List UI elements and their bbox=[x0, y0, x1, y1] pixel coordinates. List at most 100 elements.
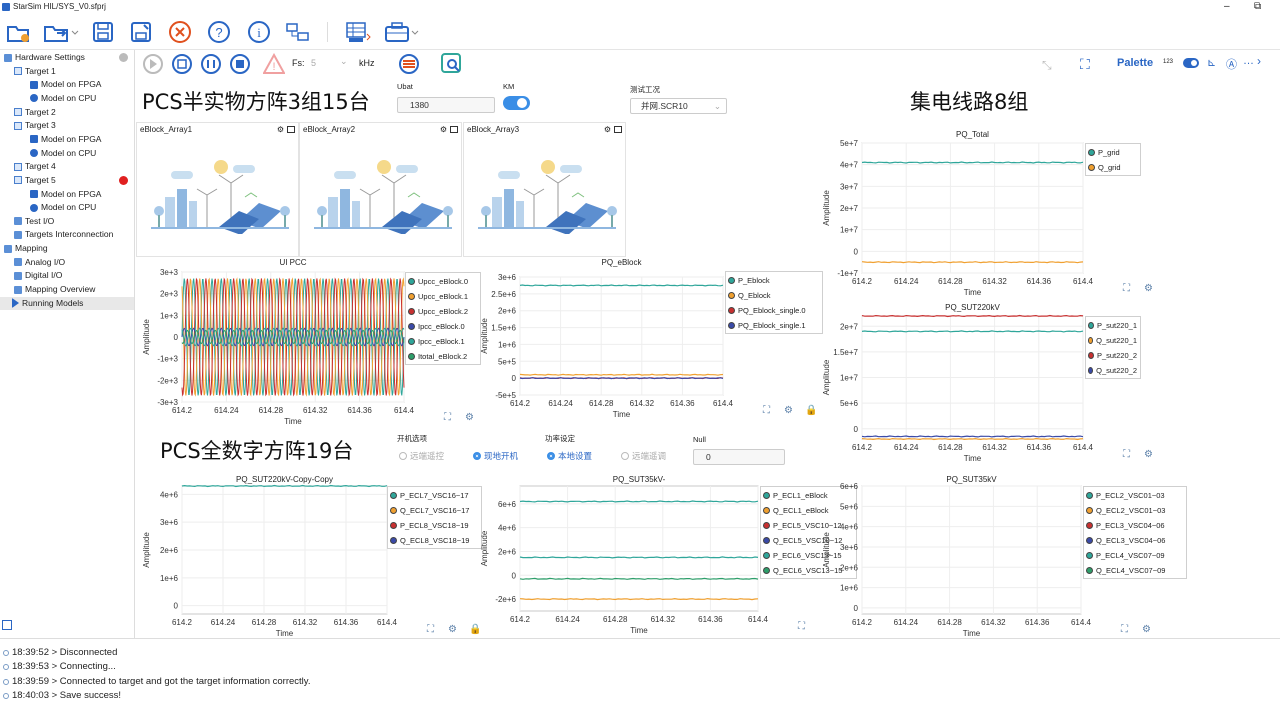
sidebar-item[interactable]: Mapping Overview bbox=[14, 283, 95, 296]
legend-item[interactable]: Itotal_eBlock.2 bbox=[408, 349, 477, 364]
pause-icon[interactable] bbox=[200, 53, 222, 75]
legend-item[interactable]: Upcc_eBlock.1 bbox=[408, 289, 477, 304]
chart-settings-icon[interactable]: ⚙ bbox=[1144, 449, 1153, 460]
legend-item[interactable]: Ipcc_eBlock.0 bbox=[408, 319, 477, 334]
fit-icon[interactable]: ⛶ bbox=[427, 624, 434, 635]
more-icon[interactable]: … bbox=[1243, 55, 1254, 67]
text-icon[interactable]: Ⓐ bbox=[1226, 56, 1237, 72]
legend-item[interactable]: Q_ECL2_VSC01~03 bbox=[1086, 503, 1183, 518]
open-folder-icon[interactable] bbox=[42, 19, 80, 45]
play-icon[interactable] bbox=[142, 53, 164, 75]
legend-item[interactable]: Q_ECL8_VSC18~19 bbox=[390, 533, 478, 548]
palette-button[interactable]: Palette bbox=[1117, 57, 1153, 69]
palette-color-icon[interactable] bbox=[398, 53, 420, 75]
toolbox-icon[interactable] bbox=[382, 19, 420, 45]
sidebar-item[interactable]: Model on FPGA bbox=[30, 78, 101, 91]
monitor-search-icon[interactable] bbox=[440, 52, 464, 76]
save-as-icon[interactable] bbox=[128, 19, 154, 45]
sidebar-item[interactable]: Target 5 bbox=[14, 174, 56, 187]
legend-item[interactable]: Ipcc_eBlock.1 bbox=[408, 334, 477, 349]
sidebar-item[interactable]: Model on FPGA bbox=[30, 133, 101, 146]
legend-item[interactable]: P_Eblock bbox=[728, 273, 819, 288]
legend-item[interactable]: P_ECL3_VSC04~06 bbox=[1086, 518, 1183, 533]
legend-item[interactable]: Q_ECL7_VSC16~17 bbox=[390, 503, 478, 518]
legend-item[interactable]: Upcc_eBlock.0 bbox=[408, 274, 477, 289]
fit-icon[interactable]: ⛶ bbox=[1123, 283, 1130, 294]
sidebar-item[interactable]: Hardware Settings bbox=[4, 51, 85, 64]
sidebar-item[interactable]: Model on CPU bbox=[30, 147, 96, 160]
legend-item[interactable]: P_ECL4_VSC07~09 bbox=[1086, 548, 1183, 563]
close-project-icon[interactable] bbox=[167, 19, 193, 45]
chart-pq-sut35-a[interactable]: PQ_SUT35kV- 6e+6 4e+6 2e+6 0 -2e+6 614.2 614.24… bbox=[478, 475, 857, 638]
save-icon[interactable] bbox=[90, 19, 116, 45]
legend-item[interactable]: P_ECL8_VSC18~19 bbox=[390, 518, 478, 533]
power-local-radio[interactable]: 本地设置 bbox=[547, 450, 592, 462]
chart-pq-sut220[interactable]: PQ_SUT220kV 2e+7 1.5e+7 1e+7 5e+6 0 614.2 614.2… bbox=[820, 303, 1166, 473]
settings-icon[interactable]: ⚙ bbox=[604, 125, 611, 134]
settings-icon[interactable]: ⚙ bbox=[277, 125, 284, 134]
legend-item[interactable]: P_ECL2_VSC01~03 bbox=[1086, 488, 1183, 503]
sidebar-item[interactable]: Running Models bbox=[0, 296, 134, 310]
ubat-input[interactable]: 1380 bbox=[397, 97, 495, 113]
legend-item[interactable]: Upcc_eBlock.2 bbox=[408, 304, 477, 319]
tabular-icon[interactable] bbox=[341, 19, 375, 45]
list-toggle-icon[interactable] bbox=[2, 620, 12, 630]
maximize-button[interactable]: ⧉ bbox=[1254, 0, 1261, 14]
sidebar-item[interactable]: Target 3 bbox=[14, 119, 56, 132]
sidebar-item[interactable]: Test I/O bbox=[14, 215, 54, 228]
switch-local-radio[interactable]: 现地开机 bbox=[473, 450, 518, 462]
fit-icon[interactable]: ⛶ bbox=[763, 405, 770, 416]
chart-settings-icon[interactable]: ⚙ bbox=[1142, 624, 1151, 635]
switch-remote-radio[interactable]: 远端遥控 bbox=[399, 450, 444, 462]
legend-item[interactable]: P_sut220_1 bbox=[1088, 318, 1137, 333]
sidebar-item[interactable]: Model on CPU bbox=[30, 201, 96, 214]
fit-icon[interactable]: ⛶ bbox=[444, 412, 451, 423]
fs-value[interactable]: 5 bbox=[311, 58, 316, 68]
legend-item[interactable]: PQ_Eblock_single.0 bbox=[728, 303, 819, 318]
legend-item[interactable]: P_sut220_2 bbox=[1088, 348, 1137, 363]
chart-pq-sut35-b[interactable]: PQ_SUT35kV 6e+6 5e+6 4e+6 3e+6 2e+6 1e+6 0 614.2… bbox=[820, 475, 1187, 638]
network-icon[interactable] bbox=[284, 19, 312, 45]
chart-settings-icon[interactable]: ⚙ bbox=[448, 624, 457, 635]
palette-toggle[interactable] bbox=[1183, 58, 1199, 68]
fs-dropdown-icon[interactable]: ⌄ bbox=[340, 56, 348, 67]
mode-select[interactable]: 并网.SCR10 ⌄ bbox=[630, 98, 727, 114]
chart-settings-icon[interactable]: ⚙ bbox=[784, 405, 793, 416]
eblock-panel[interactable]: eBlock_Array1 ⚙ bbox=[136, 122, 299, 257]
chart-settings-icon[interactable]: ⚙ bbox=[465, 412, 474, 423]
chart-ui-pcc[interactable]: UI PCC 3e+3 2e+3 1e+3 0 -1e+3 -2e+3 -3e+3 614.2 6… bbox=[142, 258, 482, 428]
help-icon[interactable]: ? bbox=[206, 19, 232, 45]
stop-icon[interactable] bbox=[229, 53, 251, 75]
fullscreen-icon[interactable]: ⛶ bbox=[1080, 56, 1090, 73]
chart-settings-icon[interactable]: ⚙ bbox=[1144, 283, 1153, 294]
chart-pq-eblock[interactable]: PQ_eBlock 3e+6 2.5e+6 2e+6 1.5e+6 1e+6 5e+5 0 -5… bbox=[478, 258, 823, 428]
legend-item[interactable]: P_grid bbox=[1088, 145, 1137, 160]
window-icon[interactable] bbox=[287, 126, 295, 133]
sidebar-item[interactable]: Model on CPU bbox=[30, 92, 96, 105]
null-input[interactable]: 0 bbox=[693, 449, 785, 465]
eblock-panel[interactable]: eBlock_Array2 ⚙ bbox=[299, 122, 462, 257]
legend-item[interactable]: Q_grid bbox=[1088, 160, 1137, 175]
power-remote-radio[interactable]: 远端遥调 bbox=[621, 450, 666, 462]
fit-icon[interactable]: ⛶ bbox=[1121, 624, 1128, 635]
chevron-right-icon[interactable]: › bbox=[1257, 54, 1261, 68]
eblock-panel[interactable]: eBlock_Array3 ⚙ bbox=[463, 122, 626, 257]
legend-item[interactable]: Q_ECL4_VSC07~09 bbox=[1086, 563, 1183, 578]
fit-icon[interactable]: ⛶ bbox=[1123, 449, 1130, 460]
legend-item[interactable]: Q_sut220_2 bbox=[1088, 363, 1137, 378]
load-icon[interactable] bbox=[171, 53, 193, 75]
sidebar-item[interactable]: Target 2 bbox=[14, 106, 56, 119]
sidebar-item[interactable]: Analog I/O bbox=[14, 256, 65, 269]
legend-item[interactable]: Q_ECL3_VSC04~06 bbox=[1086, 533, 1183, 548]
sidebar-item[interactable]: Target 4 bbox=[14, 160, 56, 173]
legend-item[interactable]: Q_Eblock bbox=[728, 288, 819, 303]
shrink-icon[interactable]: ⤡ bbox=[1042, 58, 1052, 73]
settings-icon[interactable]: ⚙ bbox=[440, 125, 447, 134]
sidebar-item[interactable]: Model on FPGA bbox=[30, 188, 101, 201]
info-icon[interactable]: i bbox=[246, 19, 272, 45]
sidebar-item[interactable]: Targets Interconnection bbox=[14, 228, 113, 241]
chart-pq-sut220-copy[interactable]: PQ_SUT220kV-Copy-Copy 4e+6 3e+6 2e+6 1e+6 0 61… bbox=[142, 475, 482, 638]
km-switch[interactable] bbox=[503, 96, 530, 110]
new-project-icon[interactable] bbox=[4, 19, 32, 45]
chart-pq-total[interactable]: PQ_Total 5e+7 4e+7 3e+7 2e+7 1e+7 0 -1e+7 614.2 6… bbox=[820, 130, 1166, 300]
